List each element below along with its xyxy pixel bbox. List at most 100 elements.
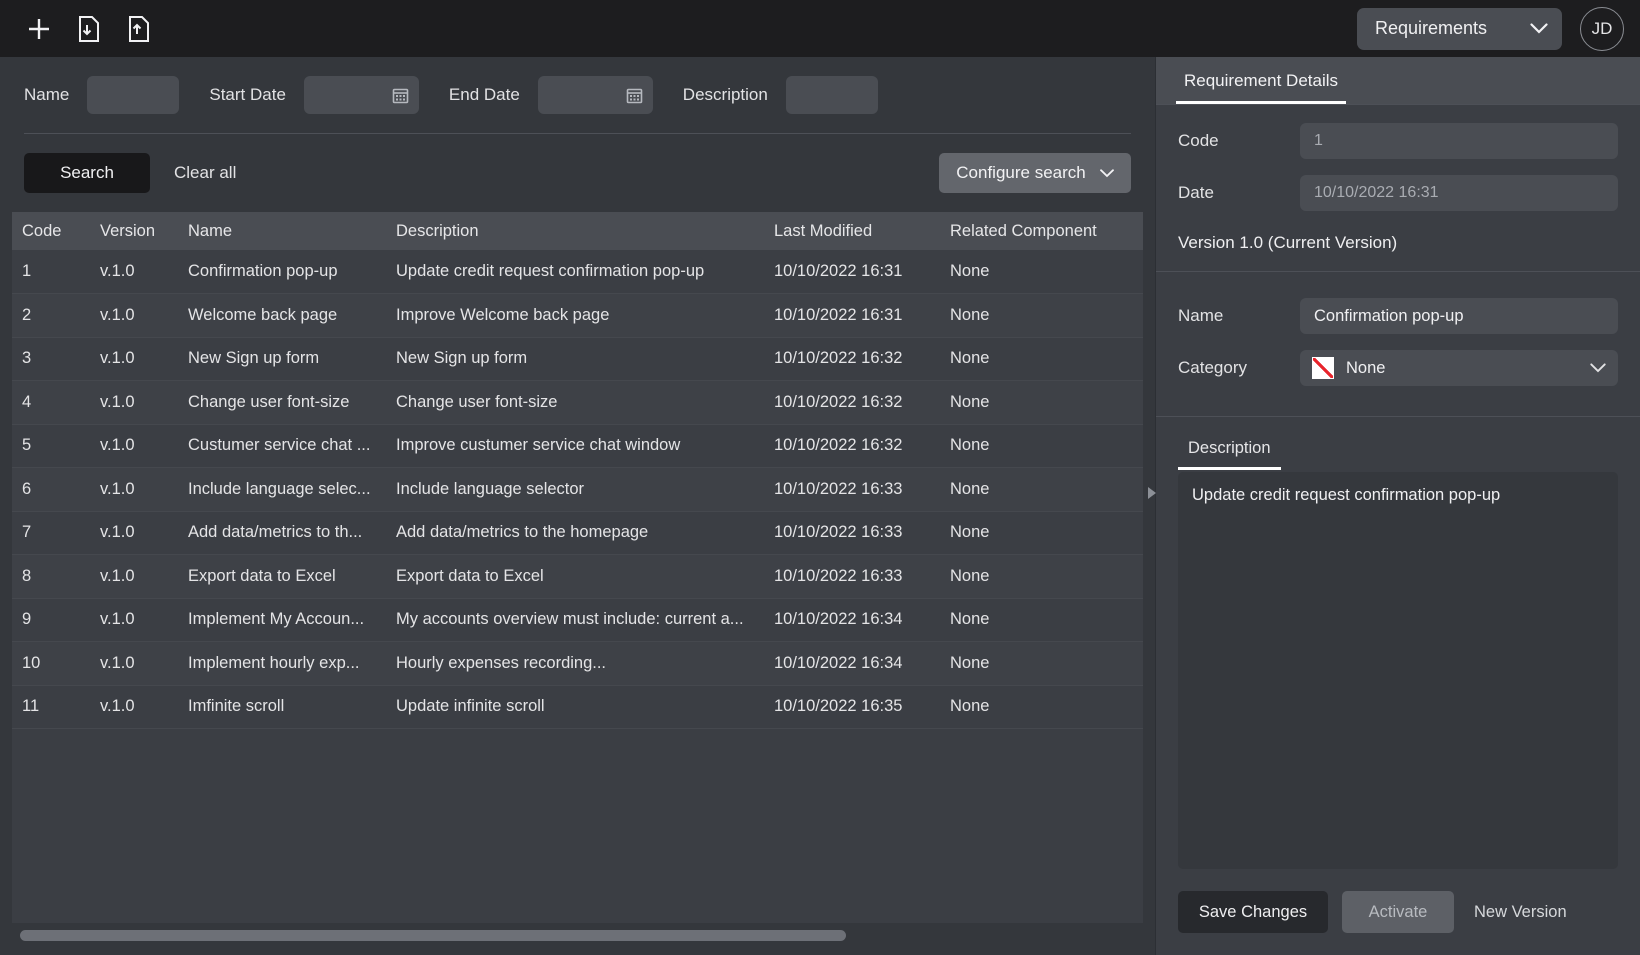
add-icon[interactable] (24, 14, 54, 44)
cell-name: Custumer service chat ... (178, 424, 386, 468)
column-header-code[interactable]: Code (12, 212, 90, 250)
filter-end-date-input[interactable] (537, 76, 653, 114)
column-header-related-component[interactable]: Related Component (940, 212, 1143, 250)
avatar[interactable]: JD (1580, 6, 1624, 51)
cell-description: Change user font-size (386, 380, 764, 425)
filter-start-date-label: Start Date (209, 85, 286, 104)
category-select[interactable]: None (1300, 350, 1618, 386)
field-row-category: Category None (1178, 350, 1618, 386)
column-header-name[interactable]: Name (178, 212, 386, 250)
cell-related-component: None (940, 424, 1143, 468)
none-color-swatch (1312, 357, 1334, 379)
import-file-icon[interactable] (74, 14, 104, 44)
cell-code: 8 (12, 554, 90, 599)
cell-description: Hourly expenses recording... (386, 641, 764, 686)
toolbar-icon-group (16, 14, 154, 44)
date-value: 10/10/2022 16:31 (1300, 175, 1618, 211)
cell-description: Add data/metrics to the homepage (386, 511, 764, 555)
cell-last-modified: 10/10/2022 16:32 (764, 337, 940, 381)
requirements-table: Code Version Name Description Last Modif… (12, 212, 1143, 729)
body-region: Name Start Date End Date Description Sea… (0, 57, 1640, 955)
cell-version: v.1.0 (90, 380, 178, 425)
cell-related-component: None (940, 293, 1143, 338)
field-row-date: Date 10/10/2022 16:31 (1178, 175, 1618, 211)
name-input[interactable] (1300, 298, 1618, 334)
cell-name: Imfinite scroll (178, 685, 386, 729)
cell-version: v.1.0 (90, 424, 178, 468)
cell-code: 9 (12, 598, 90, 642)
table-row[interactable]: 9 v.1.0 Implement My Accoun... My accounts … (12, 598, 1143, 642)
filter-description-input[interactable] (785, 76, 878, 114)
clear-all-button[interactable]: Clear all (174, 163, 236, 183)
table-header: Code Version Name Description Last Modif… (12, 212, 1143, 250)
cell-version: v.1.0 (90, 598, 178, 642)
filter-fields-row: Name Start Date End Date Description (12, 57, 1143, 133)
column-header-last-modified[interactable]: Last Modified (764, 212, 940, 250)
cell-last-modified: 10/10/2022 16:31 (764, 250, 940, 294)
cell-name: Change user font-size (178, 380, 386, 425)
cell-code: 4 (12, 380, 90, 425)
panel-editable-section: Name Category None (1156, 272, 1640, 402)
cell-description: Export data to Excel (386, 554, 764, 599)
cell-name: Add data/metrics to th... (178, 511, 386, 555)
cell-name: Welcome back page (178, 293, 386, 338)
main-content: Name Start Date End Date Description Sea… (0, 57, 1155, 955)
cell-description: Improve custumer service chat window (386, 424, 764, 468)
cell-description: Update infinite scroll (386, 685, 764, 729)
cell-related-component: None (940, 598, 1143, 642)
column-header-description[interactable]: Description (386, 212, 764, 250)
table-row[interactable]: 2 v.1.0 Welcome back page Improve Welcome b… (12, 293, 1143, 338)
cell-related-component: None (940, 641, 1143, 686)
calendar-icon (626, 87, 643, 104)
module-selector-label: Requirements (1375, 18, 1488, 38)
new-version-button[interactable]: New Version (1468, 903, 1567, 922)
cell-code: 1 (12, 250, 90, 294)
description-textarea[interactable] (1178, 472, 1618, 869)
table-row[interactable]: 1 v.1.0 Confirmation pop-up Update credit r… (12, 250, 1143, 294)
cell-description: New Sign up form (386, 337, 764, 381)
table-row[interactable]: 11 v.1.0 Imfinite scroll Update infinite sc… (12, 685, 1143, 729)
version-status-text: Version 1.0 (Current Version) (1178, 233, 1398, 252)
cell-version: v.1.0 (90, 554, 178, 599)
cell-version: v.1.0 (90, 337, 178, 381)
date-label: Date (1178, 183, 1214, 202)
filter-name-input[interactable] (87, 76, 180, 114)
save-changes-button[interactable]: Save Changes (1178, 891, 1328, 933)
table-row[interactable]: 3 v.1.0 New Sign up form New Sign up form 10… (12, 337, 1143, 381)
cell-last-modified: 10/10/2022 16:35 (764, 685, 940, 729)
cell-last-modified: 10/10/2022 16:34 (764, 598, 940, 642)
cell-last-modified: 10/10/2022 16:31 (764, 293, 940, 338)
calendar-icon (392, 87, 409, 104)
table-row[interactable]: 8 v.1.0 Export data to Excel Export data to… (12, 554, 1143, 599)
cell-code: 3 (12, 337, 90, 381)
cell-description: Include language selector (386, 467, 764, 512)
search-button[interactable]: Search (24, 153, 150, 193)
table-row[interactable]: 7 v.1.0 Add data/metrics to th... Add data/… (12, 511, 1143, 555)
module-selector[interactable]: Requirements (1357, 7, 1562, 50)
tab-description[interactable]: Description (1178, 439, 1281, 470)
panel-tab-bar: Requirement Details (1156, 57, 1640, 105)
table-row[interactable]: 4 v.1.0 Change user font-size Change user f… (12, 380, 1143, 425)
cell-version: v.1.0 (90, 467, 178, 512)
tab-requirement-details[interactable]: Requirement Details (1176, 71, 1347, 104)
avatar-initials: JD (1591, 18, 1613, 38)
column-header-version[interactable]: Version (90, 212, 178, 250)
collapse-panel-arrow-icon[interactable] (1146, 485, 1158, 501)
table-row[interactable]: 6 v.1.0 Include language selec... Include l… (12, 467, 1143, 512)
activate-button[interactable]: Activate (1342, 891, 1454, 933)
chevron-down-icon (1530, 18, 1548, 39)
chevron-down-icon (1099, 163, 1114, 183)
cell-related-component: None (940, 685, 1143, 729)
cell-version: v.1.0 (90, 511, 178, 555)
horizontal-scrollbar-thumb[interactable] (20, 929, 846, 941)
horizontal-scrollbar[interactable] (12, 923, 1143, 947)
filter-start-date-input[interactable] (303, 76, 419, 114)
top-toolbar: Requirements JD (0, 0, 1640, 57)
table-row[interactable]: 5 v.1.0 Custumer service chat ... Improve c… (12, 424, 1143, 468)
configure-search-button[interactable]: Configure search (939, 153, 1131, 193)
export-file-icon[interactable] (124, 14, 154, 44)
name-label: Name (1178, 306, 1224, 325)
table-row[interactable]: 10 v.1.0 Implement hourly exp... Hourly exp… (12, 641, 1143, 686)
panel-action-buttons: Save Changes Activate New Version (1156, 869, 1640, 955)
cell-code: 6 (12, 467, 90, 512)
